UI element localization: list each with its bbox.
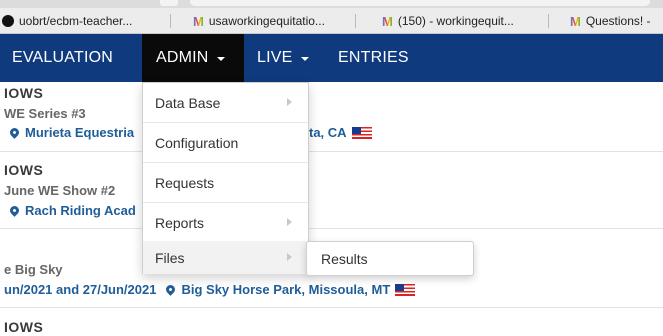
bookmark-label: usaworkingequitatio... xyxy=(208,14,325,28)
show-name: June WE Show #2 xyxy=(4,183,116,198)
menu-item-label: Reports xyxy=(155,214,205,231)
bookmark-label: (150) - workingequit... xyxy=(397,14,514,28)
bookmark-separator xyxy=(548,14,549,28)
bookmark-separator xyxy=(355,14,356,28)
menu-item-label: Configuration xyxy=(155,134,239,151)
nav-evaluation-label: EVALUATION xyxy=(12,49,113,66)
nav-live[interactable]: LIVE xyxy=(257,34,309,82)
menu-item-reports[interactable]: Reports xyxy=(143,203,308,243)
menu-item-requests[interactable]: Requests xyxy=(143,163,308,203)
bookmark-github[interactable]: uobrt/ecbm-teacher... xyxy=(2,8,160,34)
gmail-icon: M xyxy=(193,13,204,29)
shows-list: IOWS WE Series #3 Murieta Equestria ta, … xyxy=(0,82,663,336)
menu-item-label: Files xyxy=(155,249,185,266)
map-pin-icon xyxy=(8,126,21,139)
chevron-right-icon xyxy=(287,98,292,106)
bookmark-label: uobrt/ecbm-teacher... xyxy=(19,14,133,28)
divider xyxy=(0,151,663,152)
nav-admin-label: ADMIN xyxy=(156,49,209,66)
map-pin-icon xyxy=(8,204,21,217)
divider xyxy=(0,228,663,229)
caret-down-icon xyxy=(216,57,225,61)
main-navbar: EVALUATION ADMIN LIVE ENTRIES xyxy=(0,34,663,82)
menu-item-files[interactable]: Files xyxy=(143,241,308,274)
show-location-tail: ta, CA xyxy=(309,125,372,140)
bookmark-gmail-3[interactable]: M Questions! - xyxy=(570,8,663,34)
address-bar[interactable] xyxy=(190,0,650,6)
show-section-header: IOWS xyxy=(4,319,44,335)
show-location-text: Rach Riding Acad xyxy=(25,203,136,218)
nav-entries[interactable]: ENTRIES xyxy=(338,34,409,82)
nav-evaluation[interactable]: EVALUATION xyxy=(12,34,113,82)
nav-admin[interactable]: ADMIN xyxy=(142,34,244,82)
us-flag-icon xyxy=(395,283,416,296)
show-section-header: IOWS xyxy=(4,85,44,101)
menu-item-label: Data Base xyxy=(155,94,221,111)
show-section-header: IOWS xyxy=(4,162,44,178)
bookmarks-bar: uobrt/ecbm-teacher... M usaworkingequita… xyxy=(0,8,663,34)
gmail-icon: M xyxy=(382,13,393,29)
github-icon xyxy=(2,15,14,27)
show-location[interactable]: Rach Riding Acad xyxy=(8,203,136,218)
show-dates: un/2021 and 27/Jun/2021 xyxy=(4,282,157,297)
files-submenu: Results xyxy=(306,241,474,276)
caret-down-icon xyxy=(300,57,309,61)
menu-item-configuration[interactable]: Configuration xyxy=(143,123,308,163)
bookmark-separator xyxy=(170,14,171,28)
menu-item-label: Requests xyxy=(155,174,215,191)
us-flag-icon xyxy=(351,126,372,139)
chevron-right-icon xyxy=(287,218,292,226)
show-location-tail-text: ta, CA xyxy=(309,125,347,140)
show-name: WE Series #3 xyxy=(4,106,86,121)
nav-live-label: LIVE xyxy=(257,49,293,66)
map-pin-icon xyxy=(164,283,178,296)
bookmark-label: Questions! - xyxy=(585,14,651,28)
admin-dropdown-menu: Data Base Configuration Requests Reports… xyxy=(142,82,309,274)
show-name: e Big Sky xyxy=(4,262,63,277)
show-location[interactable]: Murieta Equestria xyxy=(8,125,135,140)
browser-nav-button[interactable] xyxy=(160,0,178,6)
show-dates-location[interactable]: un/2021 and 27/Jun/2021 Big Sky Horse Pa… xyxy=(4,282,416,297)
bookmark-gmail-2[interactable]: M (150) - workingequit... xyxy=(382,8,542,34)
nav-entries-label: ENTRIES xyxy=(338,49,409,66)
show-location-text: Big Sky Horse Park, Missoula, MT xyxy=(181,282,391,297)
bookmark-gmail-1[interactable]: M usaworkingequitatio... xyxy=(193,8,343,34)
gmail-icon: M xyxy=(570,13,581,29)
divider xyxy=(0,307,663,308)
browser-toolbar xyxy=(0,0,663,8)
show-location-text: Murieta Equestria xyxy=(25,125,135,140)
menu-item-data-base[interactable]: Data Base xyxy=(143,83,308,123)
submenu-item-results[interactable]: Results xyxy=(321,251,368,267)
chevron-right-icon xyxy=(287,253,292,261)
